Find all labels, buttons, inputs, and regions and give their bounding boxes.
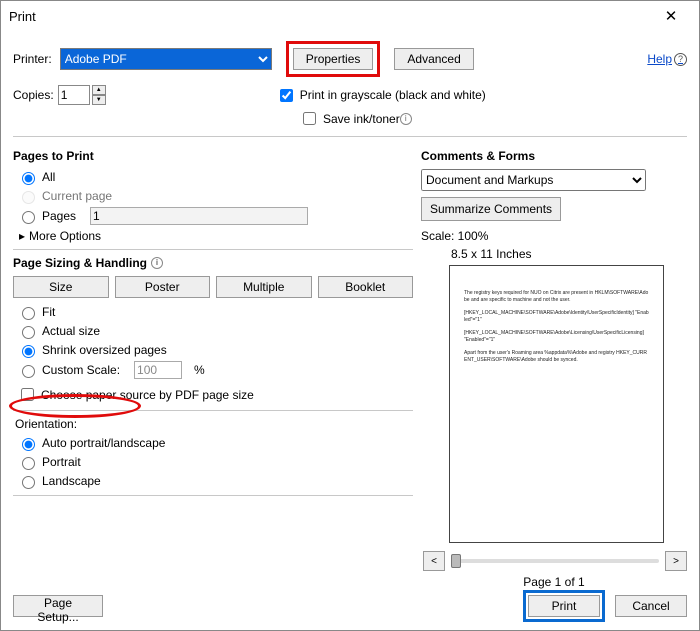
copies-up-button[interactable]: ▲ — [92, 85, 106, 95]
radio-fit[interactable] — [22, 307, 35, 320]
copies-label: Copies: — [13, 88, 54, 102]
window-title: Print — [9, 9, 651, 24]
pages-input[interactable] — [90, 207, 308, 225]
comments-select[interactable]: Document and Markups — [421, 169, 646, 191]
scale-label: Scale: 100% — [421, 229, 687, 243]
print-dialog: Print ✕ Printer: Adobe PDF Properties Ad… — [0, 0, 700, 631]
highlight-properties: Properties — [286, 41, 381, 77]
poster-button[interactable]: Poster — [115, 276, 211, 298]
help-icon: ? — [674, 53, 687, 66]
size-button[interactable]: Size — [13, 276, 109, 298]
page-preview: The registry keys required for NUO on Ci… — [449, 265, 664, 543]
booklet-button[interactable]: Booklet — [318, 276, 414, 298]
cancel-button[interactable]: Cancel — [615, 595, 687, 617]
properties-button[interactable]: Properties — [293, 48, 374, 70]
copies-input[interactable] — [58, 85, 90, 105]
grayscale-checkbox[interactable]: Print in grayscale (black and white) — [276, 86, 486, 105]
advanced-button[interactable]: Advanced — [394, 48, 473, 70]
close-icon[interactable]: ✕ — [651, 7, 691, 25]
orientation-title: Orientation: — [15, 417, 413, 431]
radio-auto-orient[interactable] — [22, 438, 35, 451]
printer-label: Printer: — [13, 52, 52, 66]
comments-forms-title: Comments & Forms — [421, 149, 687, 163]
summarize-comments-button[interactable]: Summarize Comments — [421, 197, 561, 221]
page-setup-button[interactable]: Page Setup... — [13, 595, 103, 617]
radio-custom-scale[interactable] — [22, 365, 35, 378]
radio-actual[interactable] — [22, 326, 35, 339]
dims-label: 8.5 x 11 Inches — [451, 247, 687, 261]
titlebar: Print ✕ — [1, 1, 699, 31]
multiple-button[interactable]: Multiple — [216, 276, 312, 298]
save-ink-checkbox[interactable]: Save ink/toner — [299, 109, 400, 128]
radio-current — [22, 191, 35, 204]
radio-all[interactable] — [22, 172, 35, 185]
sizing-title: Page Sizing & Handling — [13, 256, 147, 270]
printer-select[interactable]: Adobe PDF — [60, 48, 272, 70]
radio-pages[interactable] — [22, 211, 35, 224]
page-slider[interactable] — [451, 559, 659, 563]
help-link[interactable]: Help ? — [647, 52, 687, 66]
more-options-toggle[interactable]: ▸More Options — [19, 229, 413, 243]
print-button[interactable]: Print — [528, 595, 600, 617]
copies-down-button[interactable]: ▼ — [92, 95, 106, 105]
pages-to-print-title: Pages to Print — [13, 149, 413, 163]
radio-portrait[interactable] — [22, 457, 35, 470]
custom-scale-input[interactable] — [134, 361, 182, 379]
prev-page-button[interactable]: < — [423, 551, 445, 571]
radio-shrink[interactable] — [22, 345, 35, 358]
next-page-button[interactable]: > — [665, 551, 687, 571]
info-icon: i — [151, 257, 163, 269]
highlight-print: Print — [523, 590, 605, 622]
choose-paper-checkbox[interactable] — [21, 388, 34, 401]
page-indicator: Page 1 of 1 — [421, 575, 687, 589]
radio-landscape[interactable] — [22, 476, 35, 489]
info-icon: i — [400, 113, 412, 125]
